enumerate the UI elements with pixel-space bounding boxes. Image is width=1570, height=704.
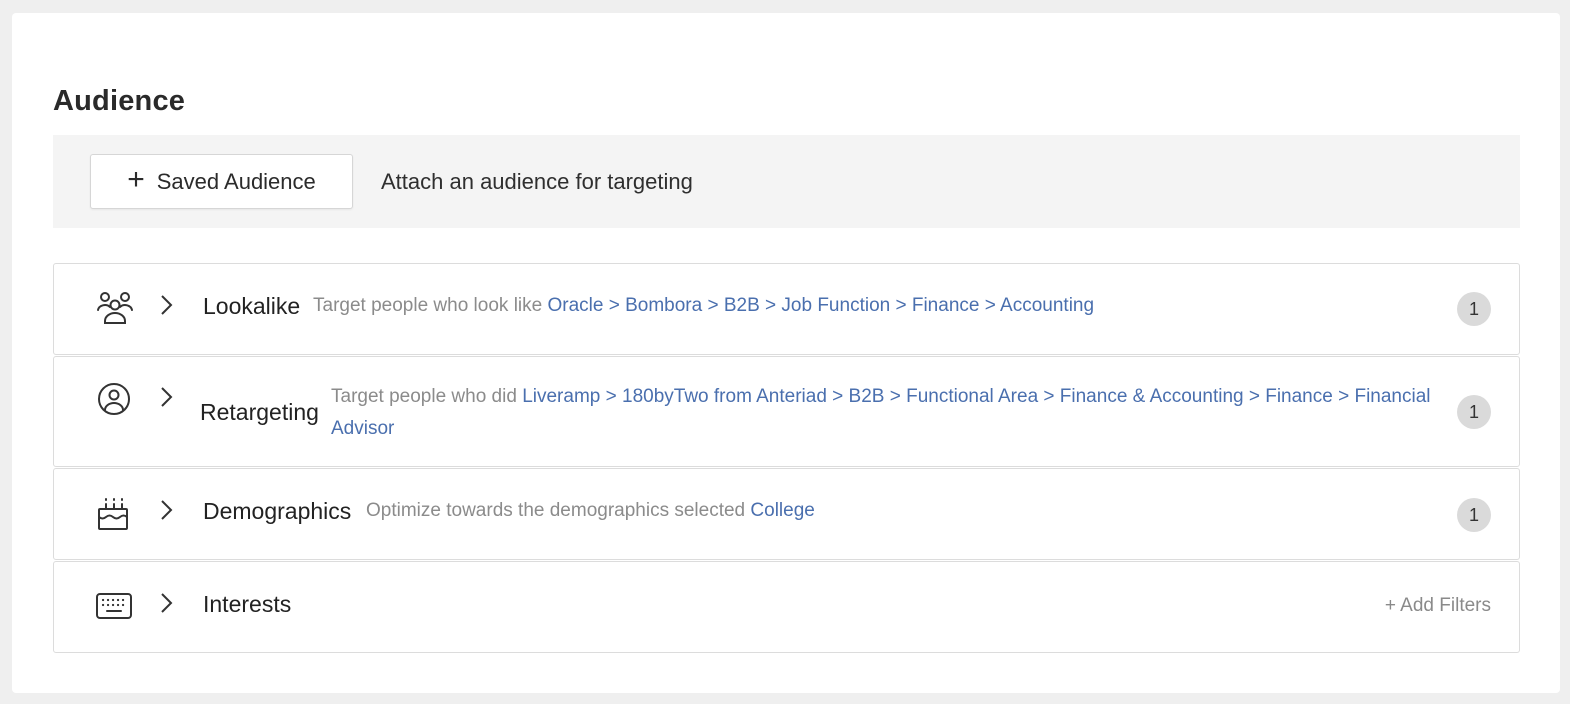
row-title: Interests xyxy=(203,591,292,617)
audience-path-link[interactable]: Oracle > Bombora > B2B > Job Function > … xyxy=(547,295,1094,316)
people-group-icon xyxy=(97,292,133,324)
add-filters-link[interactable]: + Add Filters xyxy=(1385,595,1491,617)
plus-icon: + xyxy=(127,163,145,196)
row-title: Lookalike xyxy=(203,293,301,319)
chevron-right-icon[interactable] xyxy=(158,592,174,614)
keyboard-icon xyxy=(96,593,132,619)
targeting-row-retargeting[interactable]: Retargeting Target people who did Livera… xyxy=(53,356,1520,467)
saved-audience-description: Attach an audience for targeting xyxy=(381,168,693,194)
row-description: Optimize towards the demographics select… xyxy=(366,500,815,521)
row-title: Retargeting xyxy=(200,399,319,425)
row-description: Target people who did Liveramp > 180byTw… xyxy=(331,386,1431,439)
audience-path-link[interactable]: College xyxy=(750,500,814,521)
user-circle-icon xyxy=(98,383,130,415)
section-title: Audience xyxy=(53,85,186,117)
count-badge: 1 xyxy=(1457,498,1491,532)
count-badge: 1 xyxy=(1457,292,1491,326)
audience-card: Audience + Saved Audience Attach an audi… xyxy=(12,13,1560,693)
count-badge: 1 xyxy=(1457,395,1491,429)
chevron-right-icon[interactable] xyxy=(158,294,174,316)
saved-audience-label: Saved Audience xyxy=(156,168,316,194)
chevron-right-icon[interactable] xyxy=(158,499,174,521)
saved-audience-bar: + Saved Audience Attach an audience for … xyxy=(53,135,1520,228)
birthday-cake-icon xyxy=(98,498,128,530)
row-title: Demographics xyxy=(203,498,352,524)
row-description: Target people who look like Oracle > Bom… xyxy=(313,295,1095,316)
chevron-right-icon[interactable] xyxy=(158,386,174,408)
targeting-row-lookalike[interactable]: Lookalike Target people who look like Or… xyxy=(53,263,1520,355)
targeting-list: Lookalike Target people who look like Or… xyxy=(53,263,1520,654)
add-saved-audience-button[interactable]: + Saved Audience xyxy=(90,154,353,209)
targeting-row-demographics[interactable]: Demographics Optimize towards the demogr… xyxy=(53,468,1520,560)
targeting-row-interests[interactable]: Interests + Add Filters xyxy=(53,561,1520,653)
